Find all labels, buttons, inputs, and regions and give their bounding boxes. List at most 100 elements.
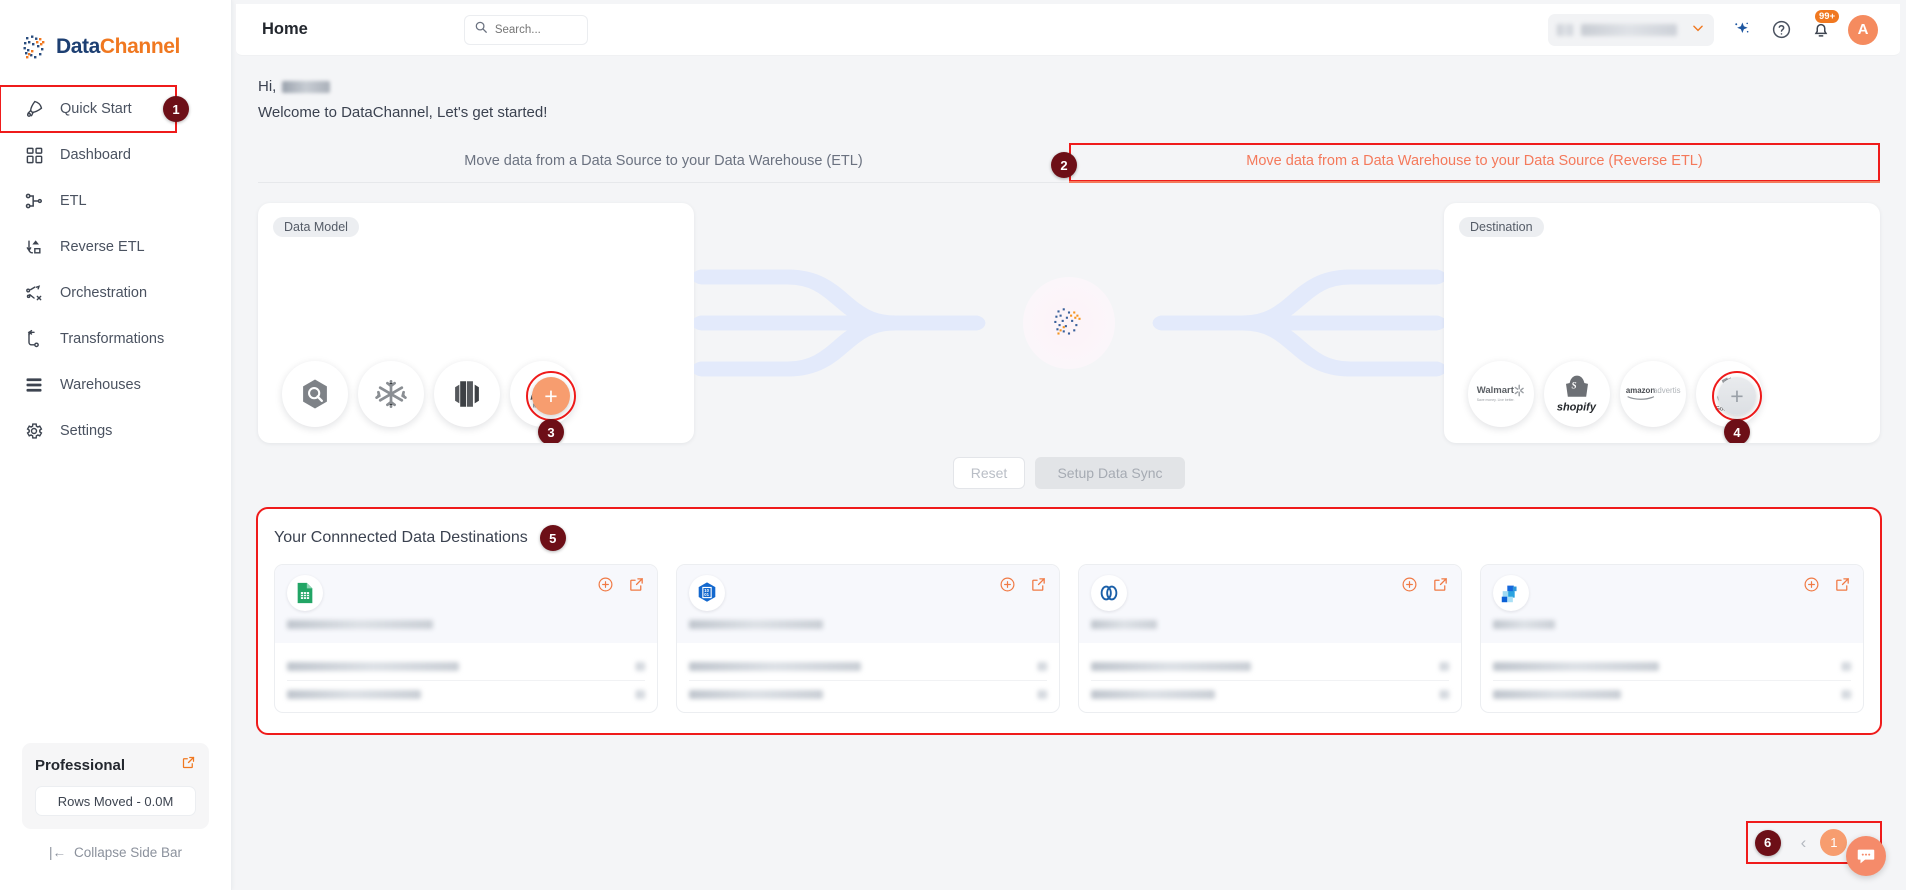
sidebar-item-settings[interactable]: Settings: [0, 408, 231, 454]
avatar[interactable]: A: [1848, 14, 1878, 45]
sidebar-item-label: Settings: [60, 423, 113, 439]
walmart-icon: Walmart Save money. Live better.: [1468, 361, 1534, 427]
annotation-badge-2: 2: [1051, 152, 1077, 178]
destination-stat-row: [689, 653, 1047, 681]
sidebar-item-warehouses[interactable]: Warehouses: [0, 362, 231, 408]
destination-card-actions: [597, 576, 645, 598]
svg-text:01: 01: [704, 592, 709, 597]
stat-label-redacted: [287, 662, 459, 671]
sidebar-item-dashboard[interactable]: Dashboard: [0, 132, 231, 178]
brand-text: DataChannel: [56, 35, 180, 59]
chevron-down-icon: [1691, 21, 1705, 38]
sidebar-item-quick-start[interactable]: Quick Start 1: [0, 85, 189, 133]
stat-value-redacted: [636, 690, 645, 699]
snowflake-icon: [358, 361, 424, 427]
sidebar-item-transformations[interactable]: Transformations: [0, 316, 231, 362]
org-name-redacted: [1581, 23, 1677, 36]
destination-add-button[interactable]: +: [1718, 377, 1756, 415]
add-circle-icon[interactable]: [1401, 576, 1418, 598]
destination-name-redacted: [287, 620, 433, 629]
sparkle-icon[interactable]: [1728, 17, 1754, 43]
connected-destinations-header: Your Connnected Data Destinations 5: [274, 525, 1864, 551]
sidebar-item-orchestration[interactable]: Orchestration: [0, 270, 231, 316]
grid-icon: [22, 143, 46, 167]
chat-support-button[interactable]: [1846, 836, 1886, 876]
destination-list-item[interactable]: [274, 564, 658, 713]
data-model-card: Data Model + 3: [258, 203, 694, 443]
sidebar-item-label: ETL: [60, 193, 87, 209]
stat-value-redacted: [1842, 662, 1851, 671]
mode-tabs: Move data from a Data Source to your Dat…: [258, 143, 1880, 183]
destination-tag: Destination: [1459, 217, 1544, 237]
destination-list-item[interactable]: [1078, 564, 1462, 713]
tab-etl[interactable]: Move data from a Data Source to your Dat…: [258, 143, 1069, 182]
destination-stat-row: [287, 681, 645, 708]
greeting-line: Hi,: [258, 78, 1880, 95]
redshift-icon: [434, 361, 500, 427]
main-area: Home Search... 99+ A Hi, Welcome to Data…: [232, 0, 1906, 890]
data-model-tag: Data Model: [273, 217, 359, 237]
destination-card-actions: [999, 576, 1047, 598]
destination-card-header: [275, 565, 657, 643]
google-sheets-icon: [287, 575, 323, 611]
external-link-icon[interactable]: [1030, 576, 1047, 598]
flow-connector: [694, 203, 1444, 443]
annotation-badge-3: 3: [538, 419, 564, 443]
search-icon: [474, 20, 488, 39]
stat-value-redacted: [1440, 662, 1449, 671]
destination-card: Destination Walmart Save money. Live bet…: [1444, 203, 1880, 443]
brand-logo-area[interactable]: DataChannel: [0, 0, 231, 72]
add-circle-icon[interactable]: [999, 576, 1016, 598]
flow-actions: Reset Setup Data Sync: [258, 457, 1880, 489]
greeting-hi: Hi,: [258, 78, 277, 95]
search-box[interactable]: [463, 14, 588, 45]
external-link-icon[interactable]: [1432, 576, 1449, 598]
tab-reverse-etl-label: Move data from a Data Warehouse to your …: [1246, 153, 1703, 169]
destination-list-item[interactable]: 10 01: [676, 564, 1060, 713]
sidebar-item-reverse-etl[interactable]: Reverse ETL: [0, 224, 231, 270]
sidebar-item-label: Warehouses: [60, 377, 141, 393]
external-link-icon[interactable]: [181, 755, 196, 775]
hub-logo-circle: [1023, 277, 1115, 369]
org-selector[interactable]: [1548, 13, 1714, 46]
reset-button[interactable]: Reset: [953, 457, 1025, 489]
collapse-arrow-icon: |←: [48, 845, 66, 860]
pagination-prev-button[interactable]: ‹: [1801, 833, 1807, 853]
svg-text:S: S: [1572, 381, 1577, 391]
annotation-badge-5: 5: [539, 525, 566, 551]
page-title: Home: [262, 20, 308, 38]
external-link-icon[interactable]: [1834, 576, 1851, 598]
destination-name-redacted: [1493, 620, 1555, 629]
add-circle-icon[interactable]: [597, 576, 614, 598]
stat-value-redacted: [636, 662, 645, 671]
destination-name-redacted: [689, 620, 823, 629]
bell-icon[interactable]: 99+: [1808, 9, 1840, 43]
rocket-icon: [22, 97, 46, 121]
datachannel-logo-icon: [20, 32, 50, 62]
org-avatar: [1557, 23, 1573, 36]
chat-bubble-icon: [1857, 849, 1875, 864]
plan-row: Professional: [35, 755, 196, 775]
destination-card-actions: [1401, 576, 1449, 598]
setup-data-sync-button[interactable]: Setup Data Sync: [1035, 457, 1185, 489]
help-icon[interactable]: [1768, 17, 1794, 43]
app-root: DataChannel Quick Start 1 Dashboard ETL …: [0, 0, 1906, 890]
annotation-badge-1: 1: [163, 96, 189, 122]
orchestration-icon: [22, 281, 46, 305]
destination-list-item[interactable]: [1480, 564, 1864, 713]
top-header: Home Search... 99+ A: [236, 4, 1900, 56]
warehouses-icon: [22, 373, 46, 397]
user-name-redacted: [282, 80, 331, 93]
search-input[interactable]: [494, 23, 578, 36]
search-wrapper: [463, 14, 588, 45]
add-circle-icon[interactable]: [1803, 576, 1820, 598]
pagination-page-1[interactable]: 1: [1820, 829, 1848, 856]
stat-label-redacted: [1091, 690, 1215, 699]
tab-reverse-etl[interactable]: 2 Move data from a Data Warehouse to you…: [1051, 143, 1880, 183]
collapse-sidebar-button[interactable]: |← Collapse Side Bar: [0, 845, 231, 890]
sidebar-item-etl[interactable]: ETL: [0, 178, 231, 224]
svg-text:Walmart: Walmart: [1477, 385, 1515, 396]
brand-name-second: Channel: [99, 35, 180, 58]
data-model-add-button[interactable]: +: [532, 377, 570, 415]
external-link-icon[interactable]: [628, 576, 645, 598]
